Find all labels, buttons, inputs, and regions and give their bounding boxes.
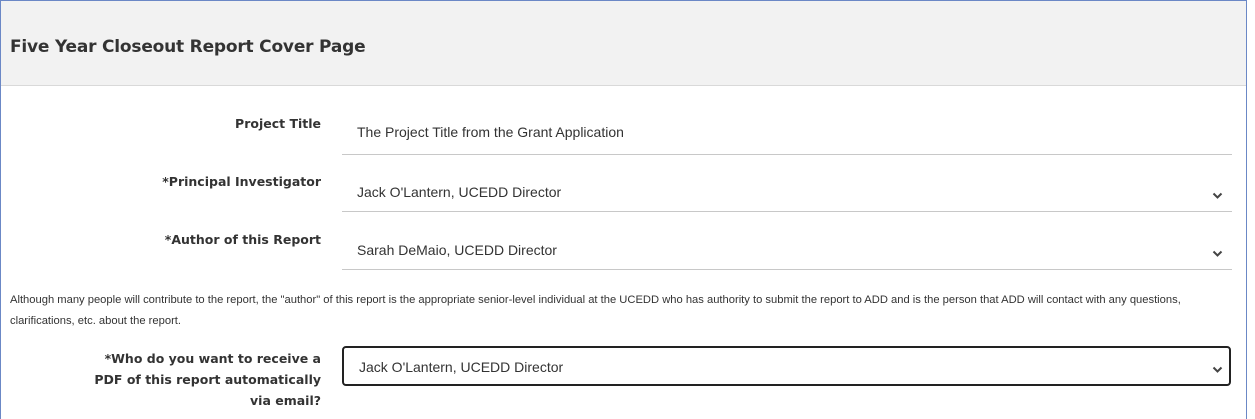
pdf-recipient-label-line: via email? bbox=[250, 393, 321, 408]
chevron-down-icon bbox=[1212, 245, 1223, 263]
pdf-recipient-label-line: PDF of this report automatically bbox=[94, 372, 321, 387]
chevron-down-icon bbox=[1212, 187, 1223, 205]
project-title-value: The Project Title from the Grant Applica… bbox=[357, 124, 624, 140]
principal-investigator-value: Jack O'Lantern, UCEDD Director bbox=[357, 184, 562, 200]
author-label: *Author of this Report bbox=[164, 232, 321, 247]
page-title: Five Year Closeout Report Cover Page bbox=[10, 37, 366, 57]
pdf-recipient-label: *Who do you want to receive a PDF of thi… bbox=[94, 348, 321, 411]
project-title-input[interactable]: The Project Title from the Grant Applica… bbox=[342, 109, 1232, 155]
cover-page-panel: Five Year Closeout Report Cover Page Pro… bbox=[0, 0, 1247, 419]
author-value: Sarah DeMaio, UCEDD Director bbox=[357, 242, 557, 258]
pdf-recipient-value: Jack O'Lantern, UCEDD Director bbox=[359, 359, 564, 375]
author-help-text: Although many people will contribute to … bbox=[10, 294, 1181, 327]
project-title-label: Project Title bbox=[235, 116, 321, 131]
principal-investigator-select[interactable]: Jack O'Lantern, UCEDD Director bbox=[342, 166, 1232, 212]
chevron-down-icon bbox=[1212, 361, 1223, 379]
pdf-recipient-label-line: *Who do you want to receive a bbox=[104, 351, 321, 366]
author-select[interactable]: Sarah DeMaio, UCEDD Director bbox=[342, 224, 1232, 270]
panel-header: Five Year Closeout Report Cover Page bbox=[1, 1, 1246, 86]
pdf-recipient-select[interactable]: Jack O'Lantern, UCEDD Director bbox=[342, 346, 1231, 386]
principal-investigator-label: *Principal Investigator bbox=[162, 174, 321, 189]
